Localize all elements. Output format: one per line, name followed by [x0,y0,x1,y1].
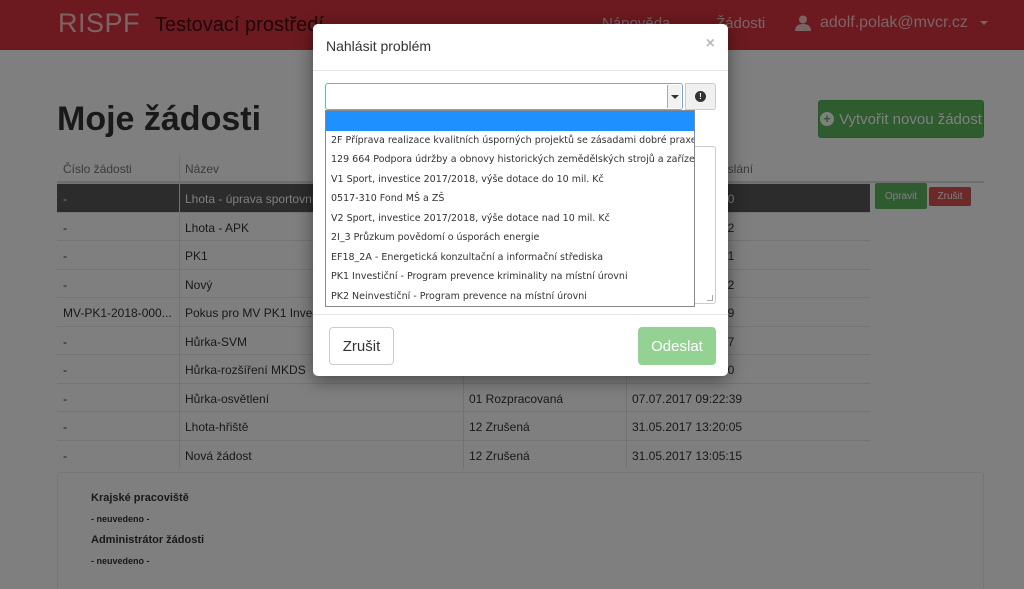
info-button[interactable]: ! [685,83,716,110]
option-item[interactable]: 129 664 Podpora údržby a obnovy historic… [326,150,694,170]
option-item[interactable]: V2 Sport, investice 2017/2018, výše dota… [326,209,694,229]
option-item[interactable]: 2I_3 Průzkum povědomí o úsporách energie [326,228,694,248]
option-item[interactable]: V1 Sport, investice 2017/2018, výše dota… [326,170,694,190]
divider [313,70,728,71]
dialog-title: Nahlásit problém [326,38,432,54]
option-item[interactable]: 2F Příprava realizace kvalitních úsporný… [326,131,694,151]
divider [313,314,728,315]
submit-button[interactable]: Odeslat [638,327,716,365]
option-item[interactable]: EF18_2A - Energetická konzultační a info… [326,248,694,268]
resize-handle-icon[interactable] [707,295,713,301]
option-item[interactable] [326,111,694,131]
option-item[interactable]: PK2 Neinvestiční - Program prevence na m… [326,287,694,307]
cancel-button[interactable]: Zrušit [329,327,394,365]
report-problem-dialog: Nahlásit problém × ! 2F Příprava realiza… [313,24,728,376]
program-select[interactable] [325,83,683,110]
option-item[interactable]: 0517-310 Fond MŠ a ZŠ [326,189,694,209]
chevron-down-icon[interactable] [667,85,681,108]
close-icon[interactable]: × [706,35,715,53]
option-item[interactable]: PK1 Investiční - Program prevence krimin… [326,267,694,287]
program-options-list: 2F Příprava realizace kvalitních úsporný… [325,110,695,307]
info-icon: ! [695,91,706,102]
